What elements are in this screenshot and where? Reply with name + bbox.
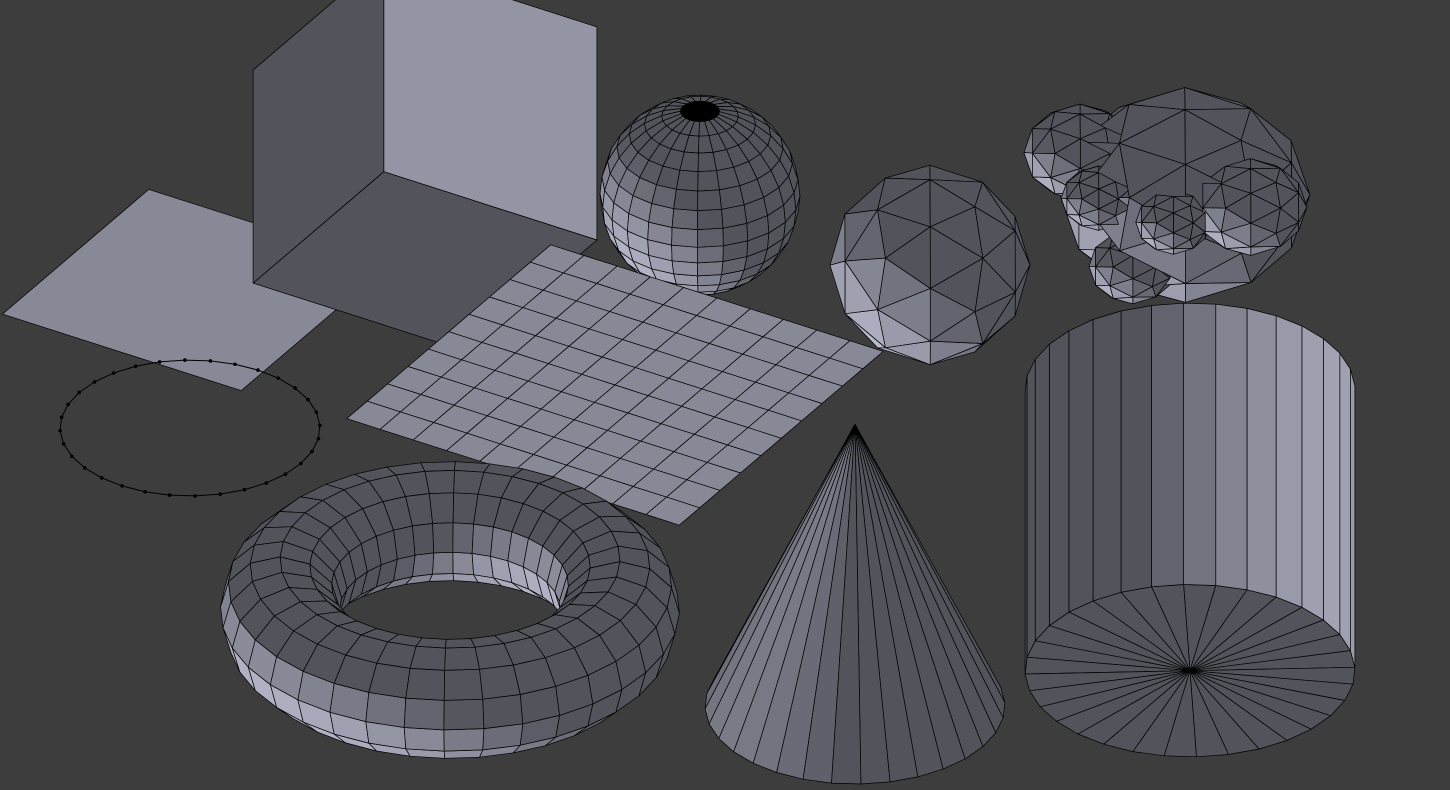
viewport-3d[interactable]: [0, 0, 1450, 790]
primitive-cylinder[interactable]: [0, 0, 1450, 790]
